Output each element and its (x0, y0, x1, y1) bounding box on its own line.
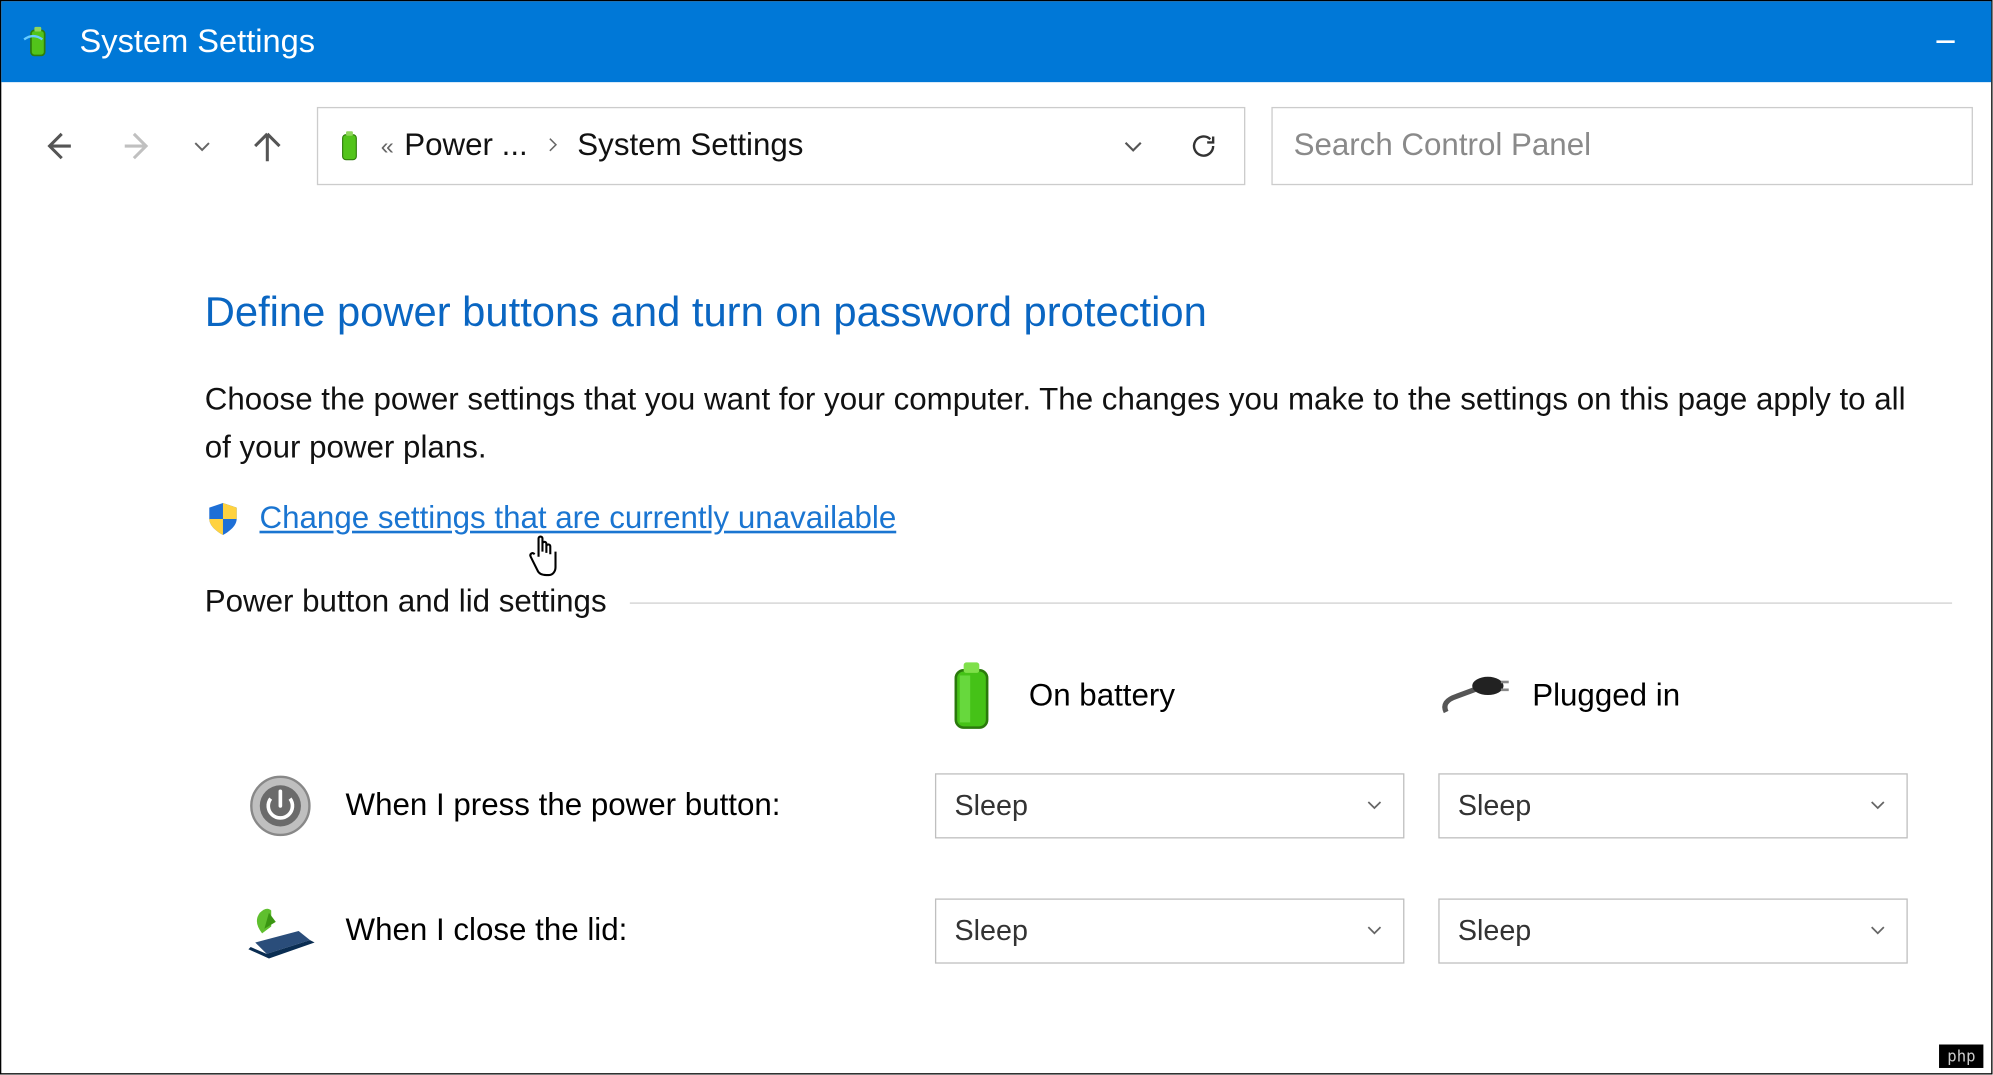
refresh-button[interactable] (1174, 116, 1234, 176)
setting-label-power-button: When I press the power button: (346, 788, 781, 825)
close-lid-plugged-value: Sleep (1458, 915, 1531, 949)
section-rule (630, 602, 1952, 603)
column-header-battery: On battery (935, 660, 1438, 733)
chevron-down-icon (1364, 789, 1385, 823)
breadcrumb-current[interactable]: System Settings (577, 128, 803, 165)
breadcrumb-separator-icon (538, 132, 567, 159)
search-box[interactable] (1271, 107, 1973, 185)
power-button-icon (244, 770, 317, 843)
forward-button[interactable] (98, 107, 176, 185)
recent-locations-button[interactable] (176, 107, 228, 185)
battery-icon (17, 21, 59, 63)
close-lid-battery-select[interactable]: Sleep (935, 899, 1404, 964)
change-settings-link[interactable]: Change settings that are currently unava… (259, 501, 896, 538)
close-lid-plugged-select[interactable]: Sleep (1438, 899, 1907, 964)
breadcrumb-overflow-icon[interactable]: « (381, 132, 394, 159)
section-header: Power button and lid settings (205, 585, 607, 622)
close-lid-battery-value: Sleep (955, 915, 1028, 949)
back-button[interactable] (20, 107, 98, 185)
nav-toolbar: « Power ... System Settings (1, 82, 1991, 210)
chevron-down-icon (1867, 789, 1888, 823)
search-input[interactable] (1294, 128, 1951, 165)
up-button[interactable] (228, 107, 306, 185)
power-button-plugged-select[interactable]: Sleep (1438, 774, 1907, 839)
page-description: Choose the power settings that you want … (205, 376, 1926, 473)
breadcrumb-parent[interactable]: Power ... (404, 128, 527, 165)
uac-shield-icon (205, 501, 242, 538)
power-button-battery-select[interactable]: Sleep (935, 774, 1404, 839)
plug-icon (1438, 660, 1511, 733)
power-button-plugged-value: Sleep (1458, 789, 1531, 823)
page-heading: Define power buttons and turn on passwor… (205, 288, 1952, 336)
setting-row-close-lid: When I close the lid: Sleep Sleep (244, 895, 1952, 968)
minimize-button[interactable] (1916, 12, 1976, 72)
column-header-plugged-label: Plugged in (1532, 679, 1680, 716)
laptop-lid-icon (244, 895, 317, 968)
column-header-battery-label: On battery (1029, 679, 1175, 716)
battery-plug-icon (329, 125, 371, 167)
title-bar: System Settings (1, 1, 1991, 82)
window-title: System Settings (80, 23, 1916, 61)
chevron-down-icon (1364, 915, 1385, 949)
chevron-down-icon (1867, 915, 1888, 949)
address-dropdown-button[interactable] (1103, 116, 1163, 176)
watermark: php (1939, 1045, 1983, 1068)
battery-icon (935, 660, 1008, 733)
setting-row-power-button: When I press the power button: Sleep Sle… (244, 770, 1952, 843)
power-button-battery-value: Sleep (955, 789, 1028, 823)
content-area: Define power buttons and turn on passwor… (1, 210, 1991, 968)
setting-label-close-lid: When I close the lid: (346, 913, 628, 950)
address-bar[interactable]: « Power ... System Settings (317, 107, 1245, 185)
column-header-plugged: Plugged in (1438, 660, 1941, 733)
